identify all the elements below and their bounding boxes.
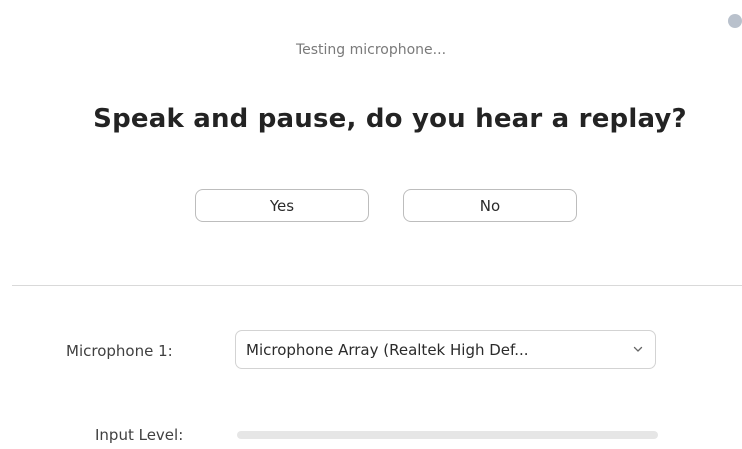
settings-icon[interactable] (728, 12, 742, 30)
microphone-select[interactable]: Microphone Array (Realtek High Def... (235, 330, 656, 369)
section-divider (12, 285, 742, 286)
microphone-label: Microphone 1: (66, 342, 173, 360)
yes-button[interactable]: Yes (195, 189, 369, 222)
no-button[interactable]: No (403, 189, 577, 222)
input-level-meter (237, 431, 658, 439)
microphone-test-panel: Testing microphone... Speak and pause, d… (0, 0, 742, 449)
microphone-selected-value: Microphone Array (Realtek High Def... (246, 341, 529, 359)
testing-status-text: Testing microphone... (295, 42, 447, 58)
input-level-label: Input Level: (95, 426, 184, 444)
chevron-down-icon (633, 346, 643, 352)
replay-question-title: Speak and pause, do you hear a replay? (93, 104, 687, 134)
